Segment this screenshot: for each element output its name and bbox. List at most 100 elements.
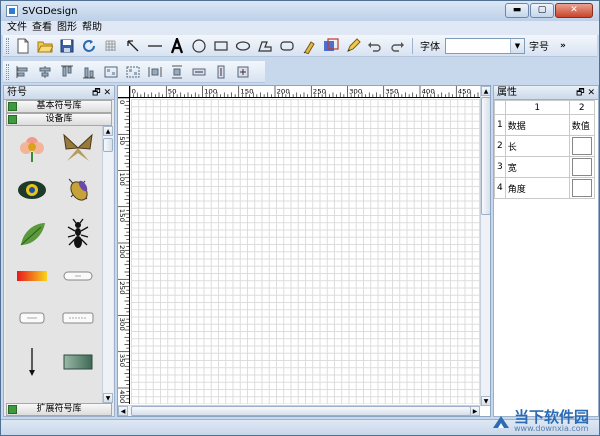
symbol-gradient-rect[interactable] xyxy=(58,342,98,382)
symbol-rounded-button[interactable] xyxy=(58,256,98,296)
table-row[interactable]: 4 角度 xyxy=(494,177,595,199)
pencil-tool-button[interactable] xyxy=(343,36,363,56)
symbol-gradient-bar[interactable] xyxy=(12,256,52,296)
text-tool-button[interactable] xyxy=(167,36,187,56)
symbol-down-arrow[interactable] xyxy=(12,342,52,382)
menu-file[interactable]: 文件 xyxy=(7,21,27,35)
scroll-up-icon[interactable]: ▲ xyxy=(481,86,490,96)
property-value[interactable]: 数值 xyxy=(568,114,595,136)
value-input[interactable] xyxy=(571,158,592,176)
drawing-canvas[interactable] xyxy=(131,99,480,404)
ruler-label: 150 xyxy=(240,88,253,96)
panel-controls-icon[interactable]: 🗗 ✕ xyxy=(576,86,595,100)
property-value[interactable] xyxy=(568,177,595,199)
image-tool-button[interactable] xyxy=(321,36,341,56)
expand-icon[interactable] xyxy=(8,115,17,124)
scroll-thumb[interactable] xyxy=(103,138,113,152)
align-left-button[interactable] xyxy=(13,62,33,82)
watermark-url: www.downxia.com xyxy=(513,424,589,433)
chevron-down-icon[interactable]: ▼ xyxy=(510,38,524,53)
expand-icon[interactable] xyxy=(8,102,17,111)
symbol-ant[interactable] xyxy=(58,214,98,254)
new-file-button[interactable] xyxy=(13,36,33,56)
panel-controls-icon[interactable]: 🗗 ✕ xyxy=(92,86,111,100)
symbol-form-button[interactable] xyxy=(58,298,98,338)
toolbar-overflow-icon[interactable]: » xyxy=(560,41,566,51)
watermark-logo-icon xyxy=(492,415,509,428)
expand-icon[interactable] xyxy=(8,405,17,414)
ellipse-tool-button[interactable] xyxy=(233,36,253,56)
table-row[interactable]: 3 宽 xyxy=(494,156,595,178)
distribute-v-button[interactable] xyxy=(167,62,187,82)
symbol-flower[interactable] xyxy=(12,128,52,168)
canvas-vertical-scrollbar[interactable]: ▲ ▼ xyxy=(480,86,490,406)
menu-shape[interactable]: 图形 xyxy=(57,21,77,35)
symbol-scrollbar[interactable]: ▲ ▼ xyxy=(102,126,113,403)
menu-help[interactable]: 帮助 xyxy=(82,21,102,35)
scroll-right-icon[interactable]: ▶ xyxy=(470,406,480,416)
table-row[interactable]: 1 数据 数值 xyxy=(494,114,595,136)
align-center-button[interactable] xyxy=(35,62,55,82)
ruler-label: 300 xyxy=(118,318,126,331)
library-device[interactable]: 设备库 xyxy=(6,113,112,126)
symbol-moth[interactable] xyxy=(58,128,98,168)
ungroup-button[interactable] xyxy=(123,62,143,82)
line-tool-button[interactable] xyxy=(145,36,165,56)
scroll-up-icon[interactable]: ▲ xyxy=(103,126,113,136)
font-select[interactable]: ▼ xyxy=(445,37,525,54)
maximize-button[interactable]: ▢ xyxy=(530,3,554,18)
select-tool-button[interactable] xyxy=(123,36,143,56)
table-row[interactable]: 2 长 xyxy=(494,135,595,157)
scroll-down-icon[interactable]: ▼ xyxy=(481,396,490,406)
symbol-small-button[interactable] xyxy=(12,298,52,338)
undo-button[interactable] xyxy=(365,36,385,56)
symbol-eye[interactable] xyxy=(12,170,52,210)
same-size-icon xyxy=(237,66,249,77)
symbol-leaf[interactable] xyxy=(12,214,52,254)
rounded-rect-icon xyxy=(280,40,294,51)
menu-view[interactable]: 查看 xyxy=(32,21,52,35)
undo-icon xyxy=(368,41,381,52)
align-bottom-button[interactable] xyxy=(79,62,99,82)
scroll-left-icon[interactable]: ◀ xyxy=(118,406,128,416)
value-input[interactable] xyxy=(571,137,592,155)
close-button[interactable]: ✕ xyxy=(555,3,593,18)
redo-icon xyxy=(391,41,404,52)
polygon-tool-button[interactable] xyxy=(255,36,275,56)
value-input[interactable] xyxy=(571,179,592,197)
grid-button[interactable] xyxy=(101,36,121,56)
circle-tool-button[interactable] xyxy=(189,36,209,56)
library-extended[interactable]: 扩展符号库 xyxy=(6,403,112,416)
symbol-beetle[interactable] xyxy=(58,170,98,210)
save-button[interactable] xyxy=(57,36,77,56)
same-width-button[interactable] xyxy=(189,62,209,82)
ruler-label: 50 xyxy=(168,88,177,96)
group-button[interactable] xyxy=(101,62,121,82)
ruler-label: 250 xyxy=(313,88,326,96)
row-number-header xyxy=(494,100,506,115)
rectangle-icon xyxy=(214,40,228,51)
refresh-button[interactable] xyxy=(79,36,99,56)
property-value[interactable] xyxy=(568,135,595,157)
minimize-button[interactable]: ▬ xyxy=(505,3,529,18)
scroll-down-icon[interactable]: ▼ xyxy=(103,393,113,403)
redo-button[interactable] xyxy=(387,36,407,56)
window-controls: ▬ ▢ ✕ xyxy=(505,3,593,18)
align-top-button[interactable] xyxy=(57,62,77,82)
ruler-label: 0 xyxy=(132,88,136,96)
rounded-rect-tool-button[interactable] xyxy=(277,36,297,56)
scroll-thumb[interactable] xyxy=(131,406,471,416)
canvas-horizontal-scrollbar[interactable]: ◀ ▶ xyxy=(118,405,480,416)
rectangle-tool-button[interactable] xyxy=(211,36,231,56)
symbol-panel-header: 符号 🗗 ✕ xyxy=(4,86,114,100)
open-button[interactable] xyxy=(35,36,55,56)
property-value[interactable] xyxy=(568,156,595,178)
scroll-thumb[interactable] xyxy=(481,97,490,215)
toolbar-grip[interactable] xyxy=(6,37,9,54)
same-height-button[interactable] xyxy=(211,62,231,82)
toolbar-grip[interactable] xyxy=(6,63,9,80)
library-basic[interactable]: 基本符号库 xyxy=(6,100,112,113)
same-size-button[interactable] xyxy=(233,62,253,82)
path-tool-button[interactable] xyxy=(299,36,319,56)
distribute-h-button[interactable] xyxy=(145,62,165,82)
